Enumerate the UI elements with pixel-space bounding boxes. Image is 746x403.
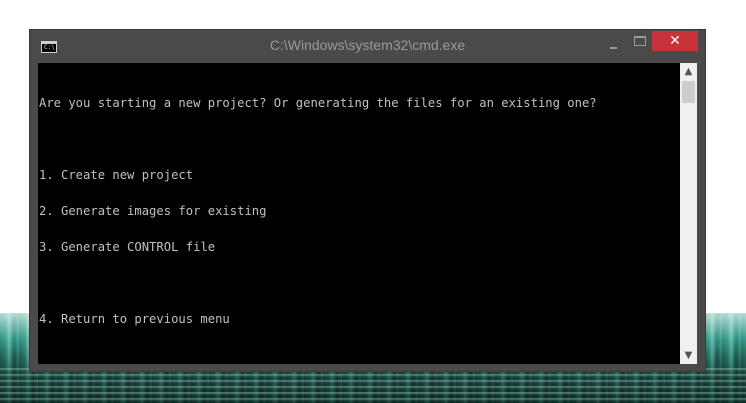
close-button[interactable]: ✕ bbox=[652, 31, 698, 51]
console-line: 3. Generate CONTROL file bbox=[39, 240, 216, 254]
console-output[interactable]: Are you starting a new project? Or gener… bbox=[38, 63, 680, 364]
console-text: Are you starting a new project? Or gener… bbox=[39, 73, 597, 349]
scroll-down-icon[interactable]: ▼ bbox=[680, 347, 697, 364]
title-bar[interactable]: C:\ C:\Windows\system32\cmd.exe ✕ bbox=[30, 30, 705, 62]
console-line: 1. Create new project bbox=[39, 168, 194, 182]
cmd-window: C:\ C:\Windows\system32\cmd.exe ✕ Are yo… bbox=[29, 29, 706, 372]
window-title: C:\Windows\system32\cmd.exe bbox=[269, 37, 466, 53]
maximize-icon[interactable] bbox=[634, 36, 646, 46]
console-line: 2. Generate images for existing bbox=[39, 204, 267, 218]
scroll-up-icon[interactable]: ▲ bbox=[680, 63, 697, 80]
scroll-thumb[interactable] bbox=[682, 81, 695, 103]
minimize-icon[interactable] bbox=[608, 38, 622, 52]
vertical-scrollbar[interactable]: ▲ ▼ bbox=[680, 63, 697, 364]
console-line: Are you starting a new project? Or gener… bbox=[39, 96, 597, 110]
console-line: 4. Return to previous menu bbox=[39, 312, 230, 326]
